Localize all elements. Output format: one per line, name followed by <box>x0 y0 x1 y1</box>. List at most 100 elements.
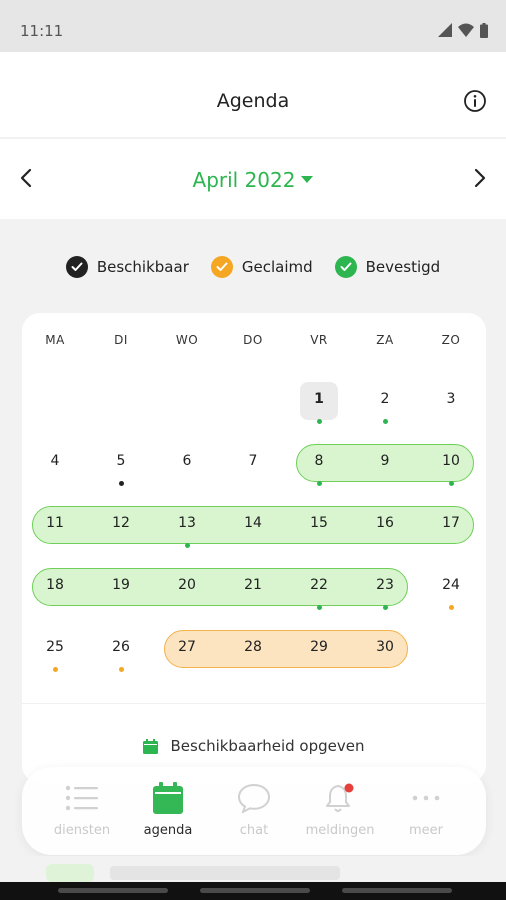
calendar-day-13[interactable]: 13 <box>167 515 207 535</box>
list-item-peek <box>0 856 506 882</box>
status-bar: 11:11 <box>0 0 506 52</box>
calendar-day-17[interactable]: 17 <box>431 515 471 535</box>
legend-label: Beschikbaar <box>96 258 189 276</box>
calendar-day-14[interactable]: 14 <box>233 515 273 535</box>
weekday-header: ZO <box>441 333 461 347</box>
tab-label: diensten <box>53 823 111 838</box>
signal-icon <box>438 23 452 37</box>
page-title: Agenda <box>216 90 290 112</box>
status-dot-orange <box>118 667 124 672</box>
check-circle-icon <box>334 256 357 278</box>
calendar-day-27[interactable]: 27 <box>167 639 207 659</box>
calendar-day-12[interactable]: 12 <box>101 515 141 535</box>
check-circle-icon <box>65 256 88 278</box>
tab-diensten[interactable]: diensten <box>38 781 126 845</box>
status-dot-green <box>448 481 454 486</box>
tab-meer[interactable]: meer <box>382 781 470 845</box>
weekday-header: ZA <box>376 333 394 347</box>
chat-bubble-icon <box>237 783 271 813</box>
tab-chat[interactable]: chat <box>210 781 298 845</box>
calendar-day-4[interactable]: 4 <box>35 453 75 473</box>
info-icon <box>464 90 486 112</box>
battery-icon <box>480 22 488 38</box>
tab-label: meldingen <box>305 823 375 838</box>
calendar-day-25[interactable]: 25 <box>35 639 75 659</box>
calendar-day-19[interactable]: 19 <box>101 577 141 597</box>
submit-availability-label: Beschikbaarheid opgeven <box>170 737 365 755</box>
next-month-button[interactable] <box>468 167 490 189</box>
calendar-day-24[interactable]: 24 <box>431 577 471 597</box>
status-dot-orange <box>448 605 454 610</box>
weekday-header: VR <box>310 333 328 347</box>
tab-label: meer <box>408 823 443 838</box>
calendar-day-29[interactable]: 29 <box>299 639 339 659</box>
status-dot-green <box>382 605 388 610</box>
check-circle-icon <box>210 256 233 278</box>
calendar-day-20[interactable]: 20 <box>167 577 207 597</box>
info-button[interactable] <box>462 88 488 114</box>
bell-icon <box>326 783 354 812</box>
month-label: April 2022 <box>192 168 296 192</box>
calendar-day-10[interactable]: 10 <box>431 453 471 473</box>
status-dot-green <box>316 419 322 424</box>
calendar-day-6[interactable]: 6 <box>167 453 207 473</box>
calendar-day-2[interactable]: 2 <box>365 391 405 411</box>
legend-label: Bevestigd <box>365 258 441 276</box>
status-dot-green <box>184 543 190 548</box>
calendar-icon <box>153 782 183 814</box>
calendar-day-5[interactable]: 5 <box>101 453 141 473</box>
chevron-right-icon <box>474 168 486 188</box>
calendar-day-22[interactable]: 22 <box>299 577 339 597</box>
legend-label: Geclaimd <box>241 258 313 276</box>
calendar-day-8[interactable]: 8 <box>299 453 339 473</box>
month-selector[interactable]: April 2022 <box>0 168 506 192</box>
calendar-day-18[interactable]: 18 <box>35 577 75 597</box>
system-navigation-bar <box>0 882 506 900</box>
calendar-day-26[interactable]: 26 <box>101 639 141 659</box>
calendar-day-30[interactable]: 30 <box>365 639 405 659</box>
app-header: Agenda <box>0 52 506 138</box>
confirmed-range <box>32 568 408 606</box>
status-dot-orange <box>52 667 58 672</box>
weekday-header: MA <box>45 333 65 347</box>
submit-availability-button[interactable]: Beschikbaarheid opgeven <box>22 737 486 755</box>
recents-button[interactable] <box>58 888 168 893</box>
calendar-card: MA DI WO DO VR ZA ZO 1 2 3 4 5 6 7 8 9 10 11 12 13 14… <box>22 313 486 783</box>
calendar-day-11[interactable]: 11 <box>35 515 75 535</box>
month-navigation: April 2022 <box>0 139 506 219</box>
calendar-day-9[interactable]: 9 <box>365 453 405 473</box>
divider <box>22 703 486 704</box>
list-item-text <box>110 866 340 880</box>
calendar-icon <box>143 738 159 754</box>
status-dot-black <box>118 481 124 486</box>
wifi-icon <box>458 23 474 37</box>
status-dot-green <box>382 419 388 424</box>
tab-meldingen[interactable]: meldingen <box>296 781 384 845</box>
weekday-header: DO <box>243 333 263 347</box>
status-icons <box>438 22 488 38</box>
home-button[interactable] <box>200 888 310 893</box>
weekday-header: DI <box>114 333 128 347</box>
caret-down-icon <box>301 176 314 183</box>
calendar-day-16[interactable]: 16 <box>365 515 405 535</box>
back-button[interactable] <box>342 888 452 893</box>
calendar-day-21[interactable]: 21 <box>233 577 273 597</box>
calendar-day-15[interactable]: 15 <box>299 515 339 535</box>
legend-item-bevestigd: Bevestigd <box>334 256 441 278</box>
tab-label: chat <box>239 823 269 838</box>
status-time: 11:11 <box>20 22 64 40</box>
tab-label: agenda <box>143 823 193 838</box>
more-dots-icon <box>412 795 440 801</box>
calendar-day-3[interactable]: 3 <box>431 391 471 411</box>
legend-item-beschikbaar: Beschikbaar <box>65 256 189 278</box>
calendar-day-23[interactable]: 23 <box>365 577 405 597</box>
calendar-day-28[interactable]: 28 <box>233 639 273 659</box>
status-dot-green <box>316 605 322 610</box>
status-dot-green <box>316 481 322 486</box>
tab-agenda[interactable]: agenda <box>124 781 212 845</box>
list-icon <box>65 785 98 811</box>
calendar-day-1[interactable]: 1 <box>299 391 339 411</box>
bottom-navigation: diensten agenda chat meldingen meer <box>22 767 486 855</box>
calendar-day-7[interactable]: 7 <box>233 453 273 473</box>
status-chip <box>46 864 94 882</box>
